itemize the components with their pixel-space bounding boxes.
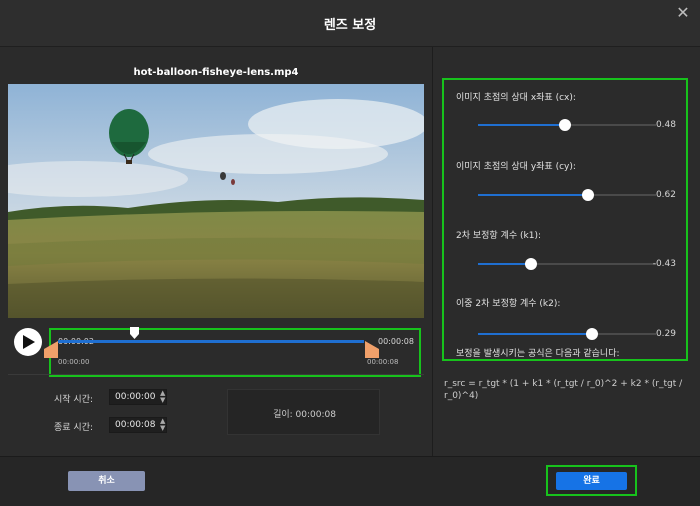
start-time-label: 시작 시간: — [54, 395, 94, 405]
param-cy-knob[interactable] — [582, 189, 595, 201]
end-time-label: 종료 시간: — [54, 423, 94, 433]
formula-text: r_src = r_tgt * (1 + k1 * (r_tgt / r_0)^… — [444, 379, 683, 401]
title-bar: 렌즈 보정 ✕ — [0, 0, 700, 47]
length-display: 길이: 00:00:08 — [227, 389, 380, 435]
param-k1-fill — [478, 263, 532, 265]
play-button[interactable] — [14, 328, 42, 356]
dialog-title: 렌즈 보정 — [323, 18, 377, 33]
start-time-spinner-icon[interactable]: ▲ ▼ — [160, 390, 168, 404]
param-k1-value: -0.43 — [652, 259, 676, 269]
close-icon[interactable]: ✕ — [674, 4, 692, 22]
end-time-spinner-icon[interactable]: ▲ ▼ — [160, 418, 168, 432]
play-icon — [23, 335, 35, 349]
param-k2-slider[interactable] — [478, 328, 656, 340]
param-cx-label: 이미지 초점의 상대 x좌표 (cx): — [456, 93, 576, 103]
divider — [8, 374, 424, 375]
param-k1-slider[interactable] — [478, 258, 656, 270]
param-k1-knob[interactable] — [525, 258, 538, 270]
trim-end-time: 00:00:08 — [367, 358, 399, 366]
trim-start-handle[interactable] — [44, 341, 58, 358]
param-cy-label: 이미지 초점의 상대 y좌표 (cy): — [456, 162, 576, 172]
preview-panel: hot-balloon-fisheye-lens.mp4 00:00:08 00… — [0, 47, 432, 456]
param-k2-value: 0.29 — [655, 329, 676, 339]
done-highlight: 완료 — [546, 465, 637, 496]
param-cy-fill — [478, 194, 589, 196]
param-cx-fill — [478, 124, 566, 126]
trim-start-time: 00:00:00 — [58, 358, 90, 366]
trim-end-handle[interactable] — [365, 341, 379, 358]
param-k2-label: 이중 2차 보정항 계수 (k2): — [456, 299, 561, 309]
length-text: 길이: 00:00:08 — [273, 410, 336, 420]
footer: 취소 완료 — [0, 456, 700, 506]
video-preview — [8, 84, 424, 318]
timeline-track[interactable] — [58, 340, 364, 343]
param-k1-label: 2차 보정항 계수 (k1): — [456, 231, 541, 241]
correction-panel: 이미지 초점의 상대 x좌표 (cx): 0.48 이미지 초점의 상대 y좌표… — [433, 47, 700, 456]
param-cy-slider[interactable] — [478, 189, 656, 201]
param-cx-knob[interactable] — [559, 119, 572, 131]
done-button[interactable]: 완료 — [556, 472, 627, 490]
param-k2-fill — [478, 333, 592, 335]
end-time-input[interactable]: 00:00:08 — [109, 417, 167, 433]
param-cx-value: 0.48 — [655, 120, 676, 130]
param-cx-slider[interactable] — [478, 119, 656, 131]
start-time-input[interactable]: 00:00:00 — [109, 389, 167, 405]
parameters-group: 이미지 초점의 상대 x좌표 (cx): 0.48 이미지 초점의 상대 y좌표… — [442, 78, 688, 361]
video-filename: hot-balloon-fisheye-lens.mp4 — [133, 67, 299, 78]
playhead-icon[interactable] — [130, 327, 139, 339]
param-k2-knob[interactable] — [585, 328, 598, 340]
cancel-button[interactable]: 취소 — [68, 471, 145, 491]
formula-intro: 보정을 발생시키는 공식은 다음과 같습니다: — [456, 349, 620, 359]
video-frame-image — [8, 84, 424, 318]
param-cy-value: 0.62 — [655, 190, 676, 200]
timeline-end-time: 00:00:08 — [378, 337, 414, 346]
